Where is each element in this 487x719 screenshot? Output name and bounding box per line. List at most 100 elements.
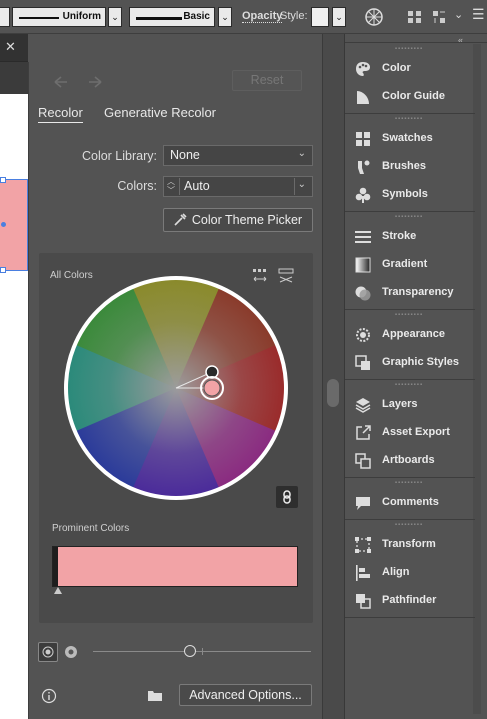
selected-shape[interactable]	[0, 177, 28, 273]
panel-label: Stroke	[382, 230, 417, 242]
panel-item-transform[interactable]: Transform	[345, 531, 473, 559]
slider-tick	[202, 648, 203, 655]
brightness-slider-handle[interactable]	[184, 645, 196, 657]
panel-label: Brushes	[382, 160, 427, 172]
panel-label: Layers	[382, 398, 418, 410]
stroke-icon	[355, 231, 371, 243]
panel-item-stroke[interactable]: Stroke	[345, 223, 473, 251]
panel-group: ▪▪▪▪▪▪▪▪▪ Stroke Gradient Transparency	[345, 212, 475, 310]
center-point	[1, 222, 6, 227]
brush-line-preview	[136, 17, 182, 20]
panel-label: Graphic Styles	[382, 356, 460, 368]
panel-item-transparency[interactable]: Transparency	[345, 279, 473, 307]
artboards-icon	[355, 453, 371, 469]
group-grip[interactable]: ▪▪▪▪▪▪▪▪▪	[345, 214, 473, 220]
panel-item-gradient[interactable]: Gradient	[345, 251, 473, 279]
panel-dock: « ▪▪▪▪▪▪▪▪▪ Color Color Guide ▪▪▪▪▪▪▪▪▪ …	[344, 34, 487, 719]
panel-label: Artboards	[382, 454, 435, 466]
stroke-line-preview	[19, 17, 59, 19]
tab-generative-recolor[interactable]: Generative Recolor	[104, 105, 216, 120]
reset-button[interactable]: Reset	[232, 70, 302, 91]
divider	[294, 178, 295, 195]
folder-icon[interactable]	[147, 688, 163, 702]
brush-label: Basic	[183, 11, 210, 22]
align-icon	[356, 565, 370, 581]
panel-label: Asset Export	[382, 426, 450, 438]
group-grip[interactable]: ▪▪▪▪▪▪▪▪▪	[345, 116, 473, 122]
color-wheel[interactable]	[63, 275, 289, 501]
group-grip[interactable]: ▪▪▪▪▪▪▪▪▪	[345, 522, 473, 528]
panel-item-appearance[interactable]: Appearance	[345, 321, 473, 349]
chevron-down-icon[interactable]: ⌄	[454, 8, 463, 21]
colors-count-value: Auto	[184, 179, 210, 193]
link-harmony-colors-button[interactable]	[276, 486, 298, 508]
group-grip[interactable]: ▪▪▪▪▪▪▪▪▪	[345, 46, 473, 52]
panel-item-color-guide[interactable]: Color Guide	[345, 83, 473, 111]
pathfinder-icon	[356, 594, 371, 609]
stepper-icon[interactable]: ︿ ﹀	[167, 177, 175, 195]
panel-group: ▪▪▪▪▪▪▪▪▪ Transform Align Pathfinder	[345, 520, 475, 618]
color-segment-pink[interactable]	[58, 547, 297, 586]
transparency-icon	[355, 286, 371, 301]
color-library-value: None	[170, 148, 200, 162]
panel-item-artboards[interactable]: Artboards	[345, 447, 473, 475]
group-grip[interactable]: ▪▪▪▪▪▪▪▪▪	[345, 382, 473, 388]
panel-group: ▪▪▪▪▪▪▪▪▪ Appearance Graphic Styles	[345, 310, 475, 380]
panel-label: Comments	[382, 496, 439, 508]
recolor-artwork-icon[interactable]	[364, 7, 384, 27]
panel-label: Swatches	[382, 132, 433, 144]
colors-label: Colors:	[117, 179, 157, 193]
panel-item-color[interactable]: Color	[345, 55, 473, 83]
group-grip[interactable]: ▪▪▪▪▪▪▪▪▪	[345, 480, 473, 486]
close-icon[interactable]: ✕	[5, 39, 16, 55]
panel-item-graphic-styles[interactable]: Graphic Styles	[345, 349, 473, 377]
variable-width-profile-select[interactable]: Uniform	[12, 7, 106, 27]
panel-item-align[interactable]: Align	[345, 559, 473, 587]
selection-handle[interactable]	[0, 177, 6, 183]
panel-item-comments[interactable]: Comments	[345, 489, 473, 517]
asset-export-icon	[356, 425, 371, 440]
document-tab[interactable]: ✕	[0, 34, 28, 62]
panel-item-brushes[interactable]: Brushes	[345, 153, 473, 181]
tab-recolor[interactable]: Recolor	[38, 105, 83, 123]
color-slider-handle[interactable]	[53, 586, 63, 595]
graphic-style-dropdown-button[interactable]: ⌄	[332, 7, 346, 27]
panel-item-asset-export[interactable]: Asset Export	[345, 419, 473, 447]
opacity-link[interactable]: Opacity	[242, 10, 283, 23]
transform-options-icon[interactable]	[431, 9, 447, 25]
stroke-profile-dropdown-button[interactable]: ⌄	[108, 7, 122, 27]
panel-item-swatches[interactable]: Swatches	[345, 125, 473, 153]
color-theme-picker-button[interactable]: Color Theme Picker	[163, 208, 313, 232]
stroke-weight-caret[interactable]	[0, 7, 10, 27]
comments-icon	[356, 497, 370, 510]
eyedropper-icon	[174, 213, 187, 226]
undo-icon[interactable]	[51, 74, 69, 90]
panel-gutter	[322, 34, 344, 719]
graphic-style-swatch[interactable]	[311, 7, 329, 27]
panel-menu-icon[interactable]: ☰	[472, 6, 485, 23]
color-library-select[interactable]: None ⌄	[163, 145, 313, 166]
panel-group: ▪▪▪▪▪▪▪▪▪ Swatches Brushes Symbols	[345, 114, 475, 212]
panel-label: Color	[382, 62, 411, 74]
brush-definition-select[interactable]: Basic	[129, 7, 215, 27]
align-objects-icon[interactable]	[407, 9, 423, 25]
colors-count-select[interactable]: ︿ ﹀ Auto ⌄	[163, 176, 313, 197]
brushes-icon	[358, 160, 370, 174]
panel-item-pathfinder[interactable]: Pathfinder	[345, 587, 473, 615]
panel-scrollbar-thumb[interactable]	[327, 379, 339, 407]
panel-item-symbols[interactable]: Symbols	[345, 181, 473, 209]
info-icon[interactable]	[41, 688, 57, 704]
group-grip[interactable]: ▪▪▪▪▪▪▪▪▪	[345, 312, 473, 318]
selection-handle[interactable]	[0, 267, 6, 273]
show-brightness-icon[interactable]	[64, 645, 78, 659]
link-icon	[283, 490, 291, 504]
panel-item-layers[interactable]: Layers	[345, 391, 473, 419]
prominent-colors-label: Prominent Colors	[52, 523, 130, 534]
prominent-colors-bar[interactable]	[52, 546, 298, 587]
panel-label: Gradient	[382, 258, 428, 270]
brush-dropdown-button[interactable]: ⌄	[218, 7, 232, 27]
show-saturation-button[interactable]	[38, 642, 58, 662]
advanced-options-button[interactable]: Advanced Options...	[179, 684, 312, 706]
redo-icon[interactable]	[87, 74, 105, 90]
panel-label: Transparency	[382, 286, 454, 298]
